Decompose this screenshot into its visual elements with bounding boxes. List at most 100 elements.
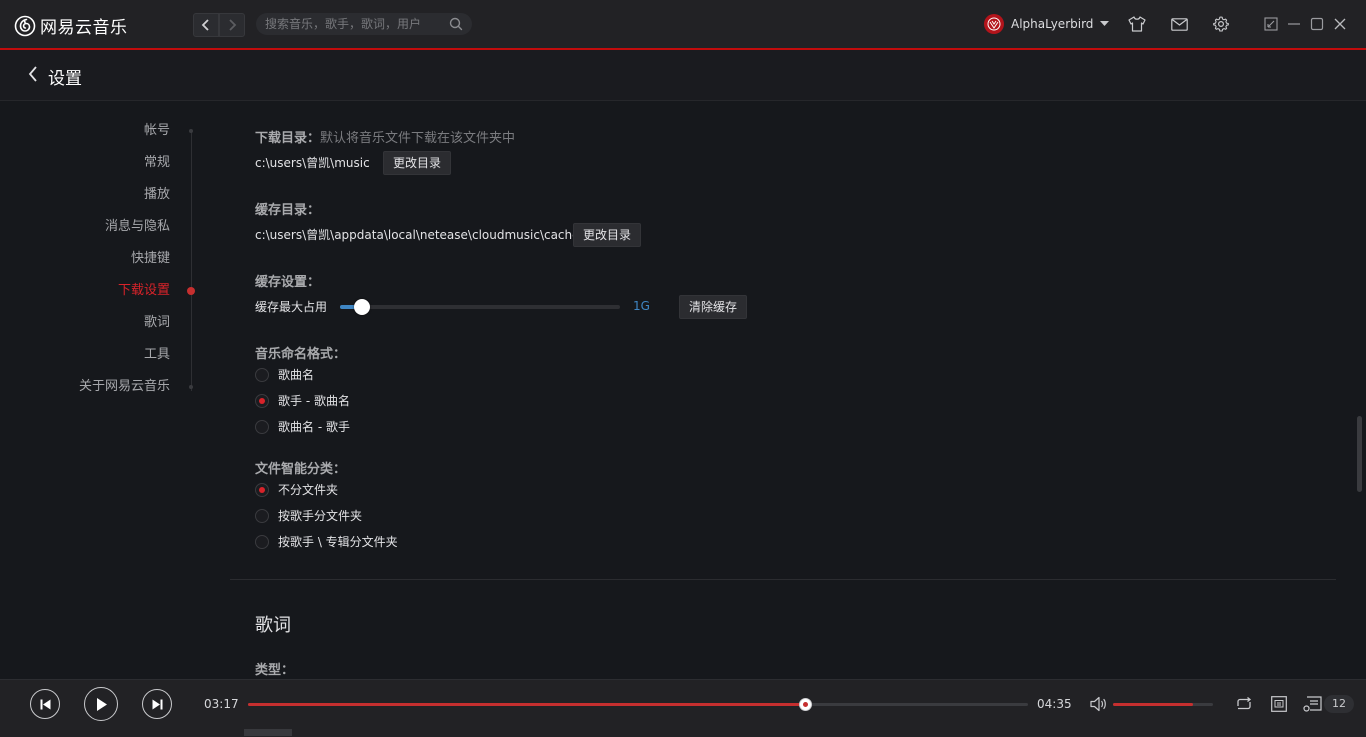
minimize-button[interactable]	[1284, 15, 1304, 33]
sidebar-dot	[189, 385, 193, 389]
sidebar-item-about[interactable]: 关于网易云音乐	[79, 377, 170, 397]
back-nav-button[interactable]	[193, 13, 219, 37]
settings-content[interactable]: 下载目录：默认将音乐文件下载在该文件夹中 c:\users\曾凯\music 更…	[230, 101, 1336, 679]
cache-max-label: 缓存最大占用	[255, 300, 328, 314]
radio-button[interactable]	[255, 508, 269, 523]
sidebar-item-playback[interactable]: 播放	[144, 185, 170, 205]
next-button[interactable]	[142, 689, 172, 719]
download-dir-label: 下载目录：	[255, 131, 321, 146]
mail-icon	[1170, 17, 1188, 31]
current-time: 03:17	[204, 697, 239, 711]
download-dir-path: c:\users\曾凯\music	[255, 156, 370, 170]
search-icon[interactable]	[449, 17, 463, 31]
netease-logo-icon	[14, 15, 36, 36]
naming-option-title[interactable]: 歌曲名	[255, 366, 314, 383]
content-scrollbar[interactable]	[1357, 416, 1362, 492]
sidebar-item-download[interactable]: 下载设置	[118, 281, 170, 301]
radio-button[interactable]	[255, 534, 269, 549]
volume-icon[interactable]	[1090, 696, 1108, 712]
change-download-dir-button[interactable]: 更改目录	[383, 151, 452, 175]
sidebar-item-lyrics[interactable]: 歌词	[144, 313, 170, 333]
play-icon	[96, 697, 107, 711]
next-track-icon	[152, 699, 162, 709]
previous-track-icon	[40, 699, 50, 709]
naming-option-artist-title[interactable]: 歌手 - 歌曲名	[255, 392, 350, 409]
volume-fill	[1113, 703, 1193, 706]
cache-slider-handle[interactable]	[354, 299, 371, 315]
radio-label: 歌曲名 - 歌手	[278, 420, 350, 434]
radio-button[interactable]	[255, 367, 269, 382]
cache-settings-label: 缓存设置：	[255, 275, 321, 290]
maximize-button[interactable]	[1307, 15, 1327, 33]
player-bar: 03:17 04:35 12	[0, 679, 1366, 737]
chevron-left-icon	[201, 19, 209, 31]
cache-size-slider[interactable]	[340, 299, 620, 315]
window-controls	[1127, 15, 1350, 33]
radio-label: 歌曲名	[278, 368, 315, 382]
radio-button-checked[interactable]	[255, 393, 269, 408]
lyrics-toggle-icon[interactable]	[1271, 696, 1287, 712]
playlist-icon[interactable]	[1303, 696, 1322, 712]
change-cache-dir-button[interactable]: 更改目录	[573, 223, 642, 247]
forward-nav-button[interactable]	[219, 13, 245, 37]
app-logo[interactable]: 网易云音乐	[14, 13, 128, 38]
chevron-right-icon	[229, 19, 237, 31]
sidebar-item-privacy[interactable]: 消息与隐私	[105, 217, 170, 237]
close-icon	[1334, 18, 1346, 30]
radio-button-checked[interactable]	[255, 482, 269, 497]
section-divider	[230, 579, 1336, 580]
taskbar-fragment	[244, 729, 292, 736]
user-menu[interactable]: AlphaLyerbird	[984, 14, 1110, 34]
progress-bar[interactable]	[248, 698, 1028, 711]
maximize-icon	[1310, 17, 1324, 31]
naming-option-title-artist[interactable]: 歌曲名 - 歌手	[255, 418, 350, 435]
sidebar-dot	[189, 129, 193, 133]
avatar-emblem-icon	[987, 17, 1001, 31]
sidebar-item-tools[interactable]: 工具	[144, 345, 170, 365]
progress-handle[interactable]	[799, 698, 813, 711]
sort-option-none[interactable]: 不分文件夹	[255, 481, 338, 498]
sidebar-item-general[interactable]: 常规	[144, 153, 170, 173]
back-arrow-icon[interactable]	[28, 66, 38, 82]
username[interactable]: AlphaLyerbird	[1011, 17, 1093, 31]
settings-button[interactable]	[1211, 15, 1231, 33]
cache-dir-label: 缓存目录：	[255, 203, 321, 218]
messages-button[interactable]	[1169, 15, 1189, 33]
lyrics-section-title: 歌词	[255, 615, 291, 636]
search-box	[256, 13, 472, 35]
playlist-count-badge[interactable]: 12	[1324, 695, 1354, 713]
skin-button[interactable]	[1127, 15, 1147, 33]
radio-label: 不分文件夹	[278, 483, 339, 497]
close-button[interactable]	[1330, 15, 1350, 33]
gear-icon	[1213, 16, 1229, 32]
play-button[interactable]	[84, 687, 118, 721]
cache-dir-path: c:\users\曾凯\appdata\local\netease\cloudm…	[255, 228, 580, 242]
search-input[interactable]	[256, 16, 447, 32]
previous-button[interactable]	[30, 689, 60, 719]
sidebar-item-shortcuts[interactable]: 快捷键	[131, 249, 170, 269]
sort-option-artist[interactable]: 按歌手分文件夹	[255, 507, 362, 524]
sort-option-artist-album[interactable]: 按歌手 \ 专辑分文件夹	[255, 533, 398, 550]
title-bar: 网易云音乐 AlphaLyerbird	[0, 0, 1366, 50]
progress-fill	[248, 703, 807, 706]
app-name: 网易云音乐	[40, 18, 128, 38]
loop-icon[interactable]	[1235, 697, 1253, 711]
page-title: 设置	[48, 69, 82, 89]
radio-button[interactable]	[255, 419, 269, 434]
volume-slider[interactable]	[1113, 703, 1213, 706]
radio-label: 歌手 - 歌曲名	[278, 394, 350, 408]
history-nav	[193, 13, 245, 37]
radio-label: 按歌手 \ 专辑分文件夹	[278, 535, 398, 549]
naming-format-label: 音乐命名格式：	[255, 347, 347, 362]
sidebar-active-dot	[187, 287, 195, 295]
sidebar-item-account[interactable]: 帐号	[144, 121, 170, 141]
total-time: 04:35	[1037, 697, 1072, 711]
avatar[interactable]	[984, 14, 1004, 34]
radio-label: 按歌手分文件夹	[278, 509, 363, 523]
caret-down-icon[interactable]	[1100, 21, 1110, 27]
cache-max-value: 1G	[633, 299, 650, 313]
mini-mode-button[interactable]	[1261, 15, 1281, 33]
smart-sort-label: 文件智能分类：	[255, 462, 347, 477]
clear-cache-button[interactable]: 清除缓存	[679, 295, 748, 319]
tshirt-icon	[1128, 16, 1146, 32]
